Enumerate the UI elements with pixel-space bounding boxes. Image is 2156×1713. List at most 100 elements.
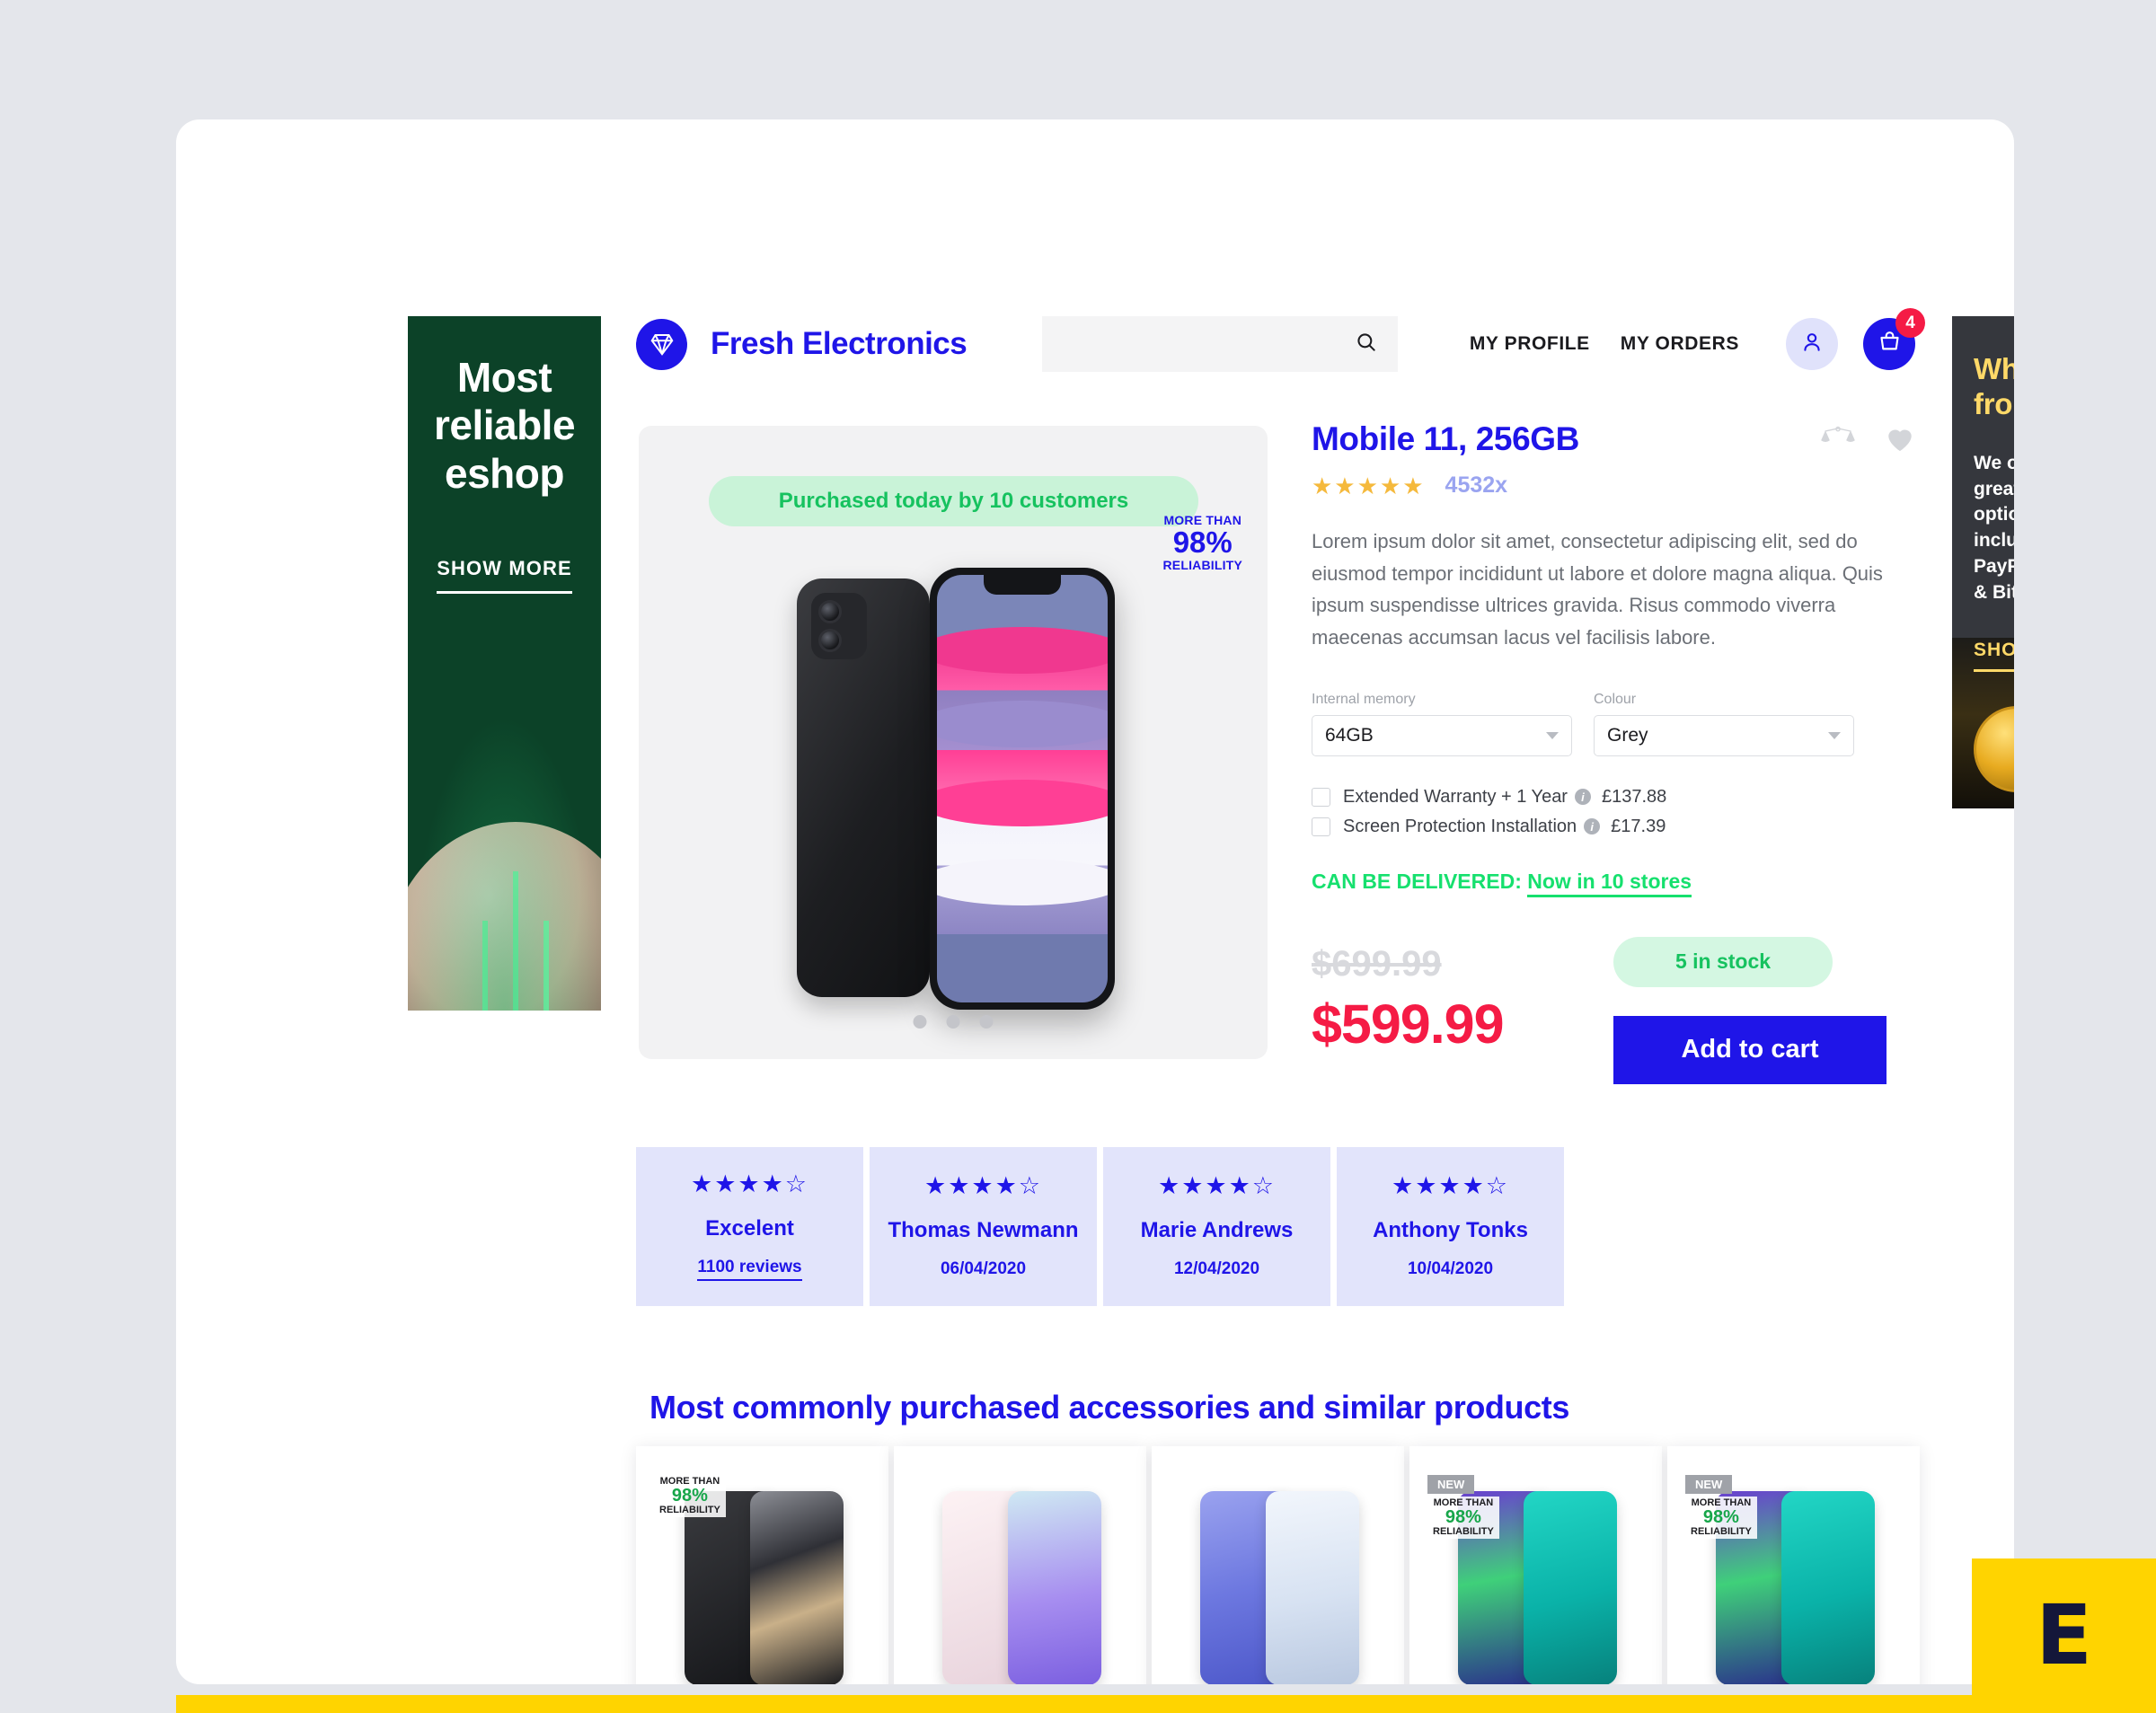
main-content-card: Fresh Electronics MY PROFILE MY ORDERS 4… xyxy=(176,119,2014,1684)
promo-left-headline: Most reliable eshop xyxy=(433,354,576,497)
product-info-panel: Mobile 11, 256GB ★★★★★ 4532x Lorem ipsum… xyxy=(1312,420,1915,1088)
review-name: Thomas Newmann xyxy=(888,1218,1079,1242)
heart-icon[interactable] xyxy=(1885,424,1915,457)
info-icon[interactable]: i xyxy=(1584,818,1601,834)
product-card[interactable]: Mobile 12 ★★★★★ $699.99 $599.99 xyxy=(894,1446,1146,1684)
product-card-image xyxy=(912,1468,1128,1684)
site-header: Fresh Electronics MY PROFILE MY ORDERS 4 xyxy=(636,305,1925,384)
gallery-dot-1[interactable] xyxy=(913,1015,927,1029)
product-rating: ★★★★★ 4532x xyxy=(1312,472,1915,499)
product-card-image: NEW MORE THAN 98% RELIABILITY xyxy=(1427,1468,1644,1684)
product-addons: Extended Warranty + 1 Year i £137.88 Scr… xyxy=(1312,787,1915,837)
brand-name[interactable]: Fresh Electronics xyxy=(711,326,968,362)
reliability-badge: MORE THAN 98% RELIABILITY xyxy=(1685,1497,1757,1539)
search-icon[interactable] xyxy=(1355,331,1378,358)
accessories-heading: Most commonly purchased accessories and … xyxy=(649,1389,1569,1426)
product-description: Lorem ipsum dolor sit amet, consectetur … xyxy=(1312,530,1883,649)
rating-count[interactable]: 4532x xyxy=(1445,472,1508,499)
rating-stars: ★★★★★ xyxy=(1312,472,1426,499)
delivery-stores-link[interactable]: Now in 10 stores xyxy=(1527,869,1692,897)
review-date: 06/04/2020 xyxy=(940,1259,1027,1278)
option-internal-memory: Internal memory 64GB xyxy=(1312,692,1572,756)
stock-badge: 5 in stock xyxy=(1613,936,1833,987)
delivery-label: CAN BE DELIVERED: xyxy=(1312,869,1522,893)
product-card-image: NEW MORE THAN 98% RELIABILITY xyxy=(1685,1468,1902,1684)
addon-screen-price: £17.39 xyxy=(1611,816,1666,836)
product-card-badges: NEW MORE THAN 98% RELIABILITY xyxy=(1685,1475,1757,1539)
addon-extended-warranty[interactable]: Extended Warranty + 1 Year i £137.88 xyxy=(1312,787,1915,808)
addon-screen-checkbox[interactable] xyxy=(1312,817,1330,836)
option-label-memory: Internal memory xyxy=(1312,691,1416,707)
memory-select[interactable]: 64GB xyxy=(1312,714,1572,756)
review-card[interactable]: ★★★★☆ Anthony Tonks 10/04/2020 xyxy=(1337,1147,1564,1306)
reliability-badge: MORE THAN 98% RELIABILITY xyxy=(1162,514,1242,571)
nav-my-orders[interactable]: MY ORDERS xyxy=(1621,333,1739,355)
reliability-badge: MORE THAN 98% RELIABILITY xyxy=(654,1475,726,1517)
gallery-dots[interactable] xyxy=(913,1015,994,1029)
promo-left-show-more[interactable]: SHOW MORE xyxy=(437,557,572,595)
product-title-row: Mobile 11, 256GB xyxy=(1312,420,1915,458)
new-badge: NEW xyxy=(1427,1475,1475,1494)
product-card-image xyxy=(1170,1468,1386,1684)
banner-glow xyxy=(408,714,601,1011)
product-gallery[interactable]: Purchased today by 10 customers MORE THA… xyxy=(639,426,1268,1059)
addon-warranty-label: Extended Warranty + 1 Year xyxy=(1343,786,1568,807)
price-and-purchase: $699.99 $599.99 5 in stock Add to cart xyxy=(1312,936,1915,1088)
review-stars: ★★★★☆ xyxy=(1391,1172,1510,1199)
review-card[interactable]: ★★★★☆ Marie Andrews 12/04/2020 xyxy=(1103,1147,1330,1306)
product-card-badges: NEW MORE THAN 98% RELIABILITY xyxy=(1427,1475,1499,1539)
chevron-down-icon xyxy=(1828,731,1841,739)
user-icon xyxy=(1799,330,1825,359)
addon-warranty-price: £137.88 xyxy=(1601,786,1667,807)
review-stars: ★★★★☆ xyxy=(923,1172,1043,1199)
review-date: 12/04/2020 xyxy=(1173,1259,1260,1278)
product-card[interactable]: Mobile 13 ★★★★★ $899.99 $399.99 xyxy=(1152,1446,1404,1684)
footer-strip xyxy=(176,1695,2156,1713)
product-card[interactable]: NEW MORE THAN 98% RELIABILITY Mobile 14 … xyxy=(1667,1446,1920,1684)
page-title: Mobile 11, 256GB xyxy=(1312,420,1579,457)
accessories-grid: MORE THAN 98% RELIABILITY Mobile 11 ★★★★… xyxy=(636,1446,1920,1684)
addon-warranty-checkbox[interactable] xyxy=(1312,787,1330,807)
add-to-cart-button[interactable]: Add to cart xyxy=(1613,1015,1886,1084)
reliability-bottom: RELIABILITY xyxy=(1162,557,1242,572)
search-input[interactable] xyxy=(1064,333,1356,355)
gallery-dot-2[interactable] xyxy=(946,1015,960,1029)
option-colour: Colour Grey xyxy=(1594,692,1854,756)
addon-screen-label: Screen Protection Installation xyxy=(1343,816,1577,836)
new-badge: NEW xyxy=(1685,1475,1733,1494)
promo-banner-left[interactable]: Most reliable eshop SHOW MORE xyxy=(408,316,601,1011)
reliability-badge: MORE THAN 98% RELIABILITY xyxy=(1427,1497,1499,1539)
account-button[interactable] xyxy=(1786,318,1838,370)
cart-button[interactable]: 4 xyxy=(1863,308,1925,370)
nav-my-profile[interactable]: MY PROFILE xyxy=(1470,333,1590,355)
page-root: Fresh Electronics MY PROFILE MY ORDERS 4… xyxy=(0,0,2156,1713)
gallery-dot-3[interactable] xyxy=(979,1015,994,1029)
header-nav: MY PROFILE MY ORDERS 4 xyxy=(1439,308,1925,370)
promo-right-headline: Why buy from us? xyxy=(1974,352,2014,420)
delivery-status: CAN BE DELIVERED: Now in 10 stores xyxy=(1312,869,1915,897)
review-name: Anthony Tonks xyxy=(1373,1218,1528,1242)
old-price: $699.99 xyxy=(1312,943,1442,984)
search-bar[interactable] xyxy=(1042,316,1399,372)
promo-banner-right[interactable]: Why buy from us? We offer great payment … xyxy=(1952,316,2014,808)
diamond-icon[interactable] xyxy=(636,318,687,370)
product-options: Internal memory 64GB Colour Grey xyxy=(1312,692,1915,756)
addon-screen-protection[interactable]: Screen Protection Installation i £17.39 xyxy=(1312,817,1915,837)
scales-icon[interactable] xyxy=(1820,424,1856,457)
product-card-image: MORE THAN 98% RELIABILITY xyxy=(654,1468,870,1684)
colour-select-value: Grey xyxy=(1607,724,1648,746)
review-card[interactable]: ★★★★☆ Thomas Newmann 06/04/2020 xyxy=(870,1147,1097,1306)
product-card[interactable]: MORE THAN 98% RELIABILITY Mobile 11 ★★★★… xyxy=(636,1446,888,1684)
review-stars: ★★★★☆ xyxy=(1157,1172,1277,1199)
corner-logo-glyph: E xyxy=(2036,1587,2092,1683)
review-card-summary[interactable]: ★★★★☆ Excelent 1100 reviews xyxy=(636,1147,863,1306)
promo-right-show-more[interactable]: SHOW MORE xyxy=(1974,640,2014,673)
review-count-link[interactable]: 1100 reviews xyxy=(697,1258,802,1281)
colour-select[interactable]: Grey xyxy=(1594,714,1854,756)
product-card[interactable]: NEW MORE THAN 98% RELIABILITY Mobile 14 … xyxy=(1409,1446,1662,1684)
purchased-today-banner: Purchased today by 10 customers xyxy=(709,476,1198,526)
corner-logo: E xyxy=(1972,1558,2156,1713)
info-icon[interactable]: i xyxy=(1574,789,1591,805)
product-action-icons xyxy=(1820,420,1915,457)
review-date: 10/04/2020 xyxy=(1407,1259,1494,1278)
